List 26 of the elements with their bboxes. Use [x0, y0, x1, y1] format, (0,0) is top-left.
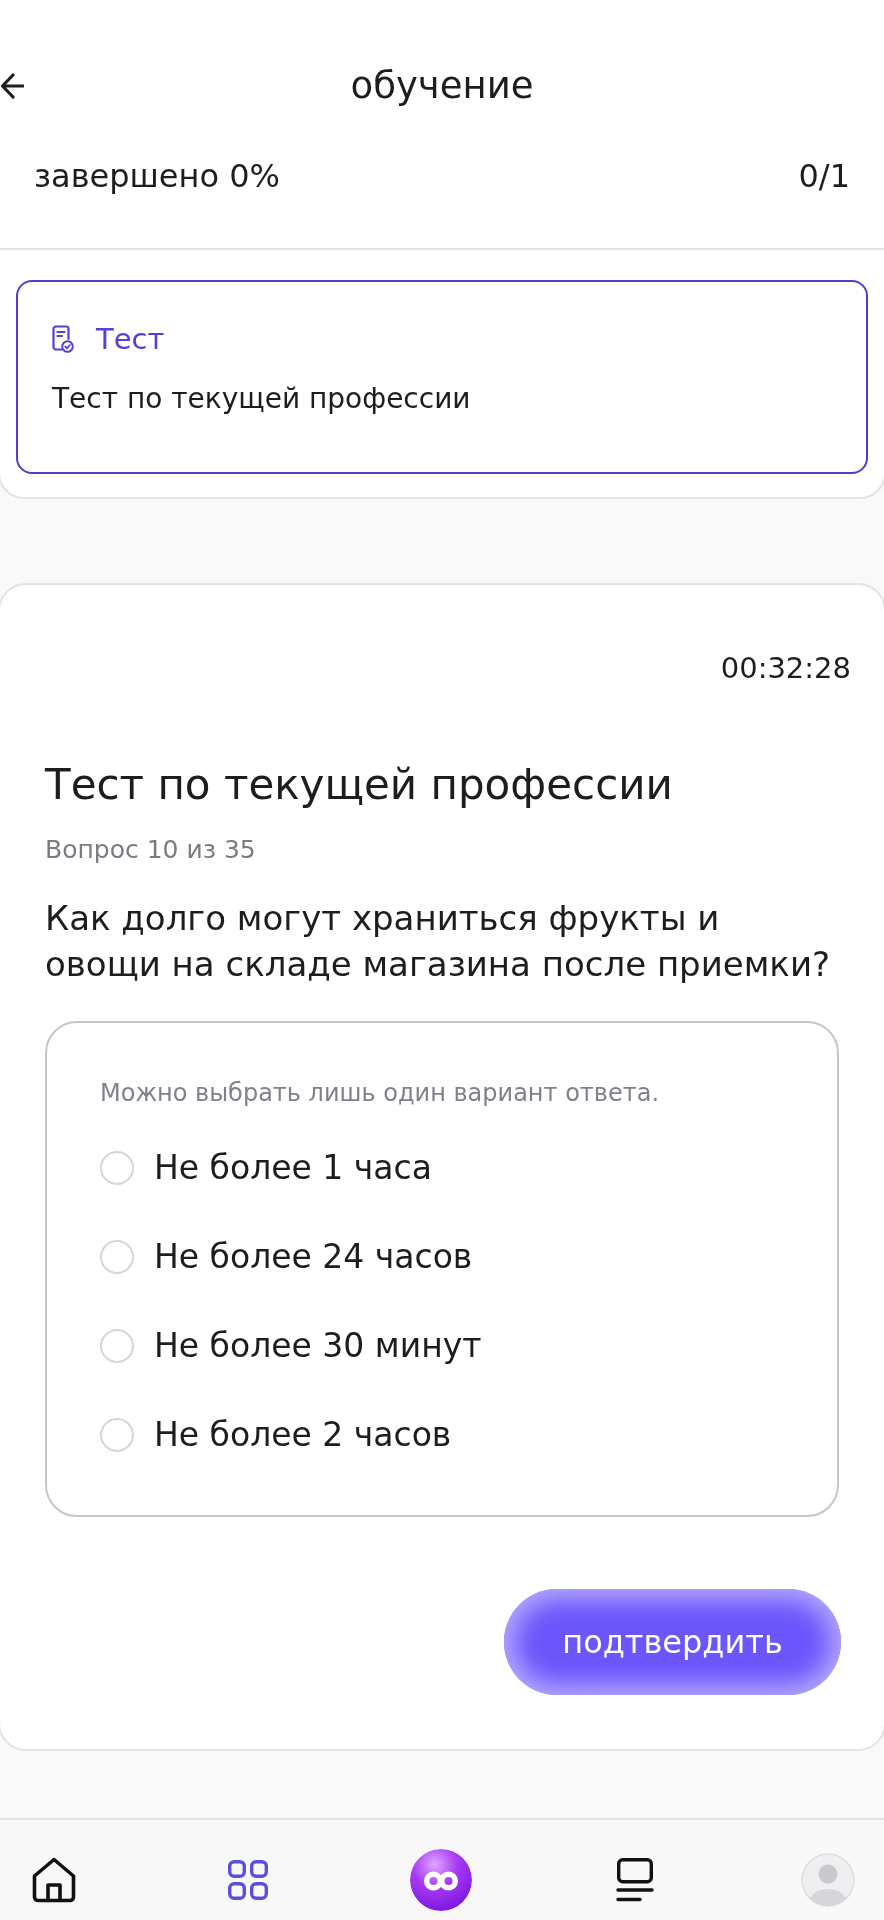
- lesson-title: Тест по текущей профессии: [52, 382, 471, 416]
- radio-button[interactable]: [100, 1328, 134, 1363]
- confirm-button[interactable]: подтвердить: [504, 1589, 841, 1695]
- back-arrow-icon[interactable]: [0, 71, 24, 101]
- quiz-title: Тест по текущей профессии: [45, 759, 673, 811]
- infinity-logo-icon[interactable]: [410, 1849, 472, 1911]
- radio-button[interactable]: [100, 1150, 134, 1185]
- lesson-card[interactable]: Тест Тест по текущей профессии: [16, 280, 868, 474]
- screen-lines-icon[interactable]: [615, 1858, 654, 1902]
- document-check-icon: [52, 325, 74, 353]
- question-counter: Вопрос 10 из 35: [45, 835, 256, 865]
- radio-button[interactable]: [100, 1417, 134, 1452]
- progress-label: завершено 0%: [34, 157, 280, 195]
- home-icon[interactable]: [32, 1857, 76, 1903]
- progress-count: 0/1: [798, 157, 850, 195]
- answer-hint: Можно выбрать лишь один вариант ответа.: [100, 1078, 660, 1108]
- lesson-type-label: Тест: [96, 322, 165, 356]
- option-label[interactable]: Не более 1 часа: [154, 1147, 432, 1188]
- radio-button[interactable]: [100, 1239, 134, 1274]
- option-label[interactable]: Не более 2 часов: [154, 1414, 452, 1455]
- grid-icon[interactable]: [227, 1860, 268, 1900]
- option-label[interactable]: Не более 30 минут: [154, 1325, 482, 1366]
- option-label[interactable]: Не более 24 часов: [154, 1236, 473, 1277]
- screen-title: обучение: [350, 63, 534, 109]
- timer: 00:32:28: [720, 651, 851, 685]
- question-text: Как долго могут храниться фрукты и овощи на складе магазина после приемки?: [45, 897, 832, 986]
